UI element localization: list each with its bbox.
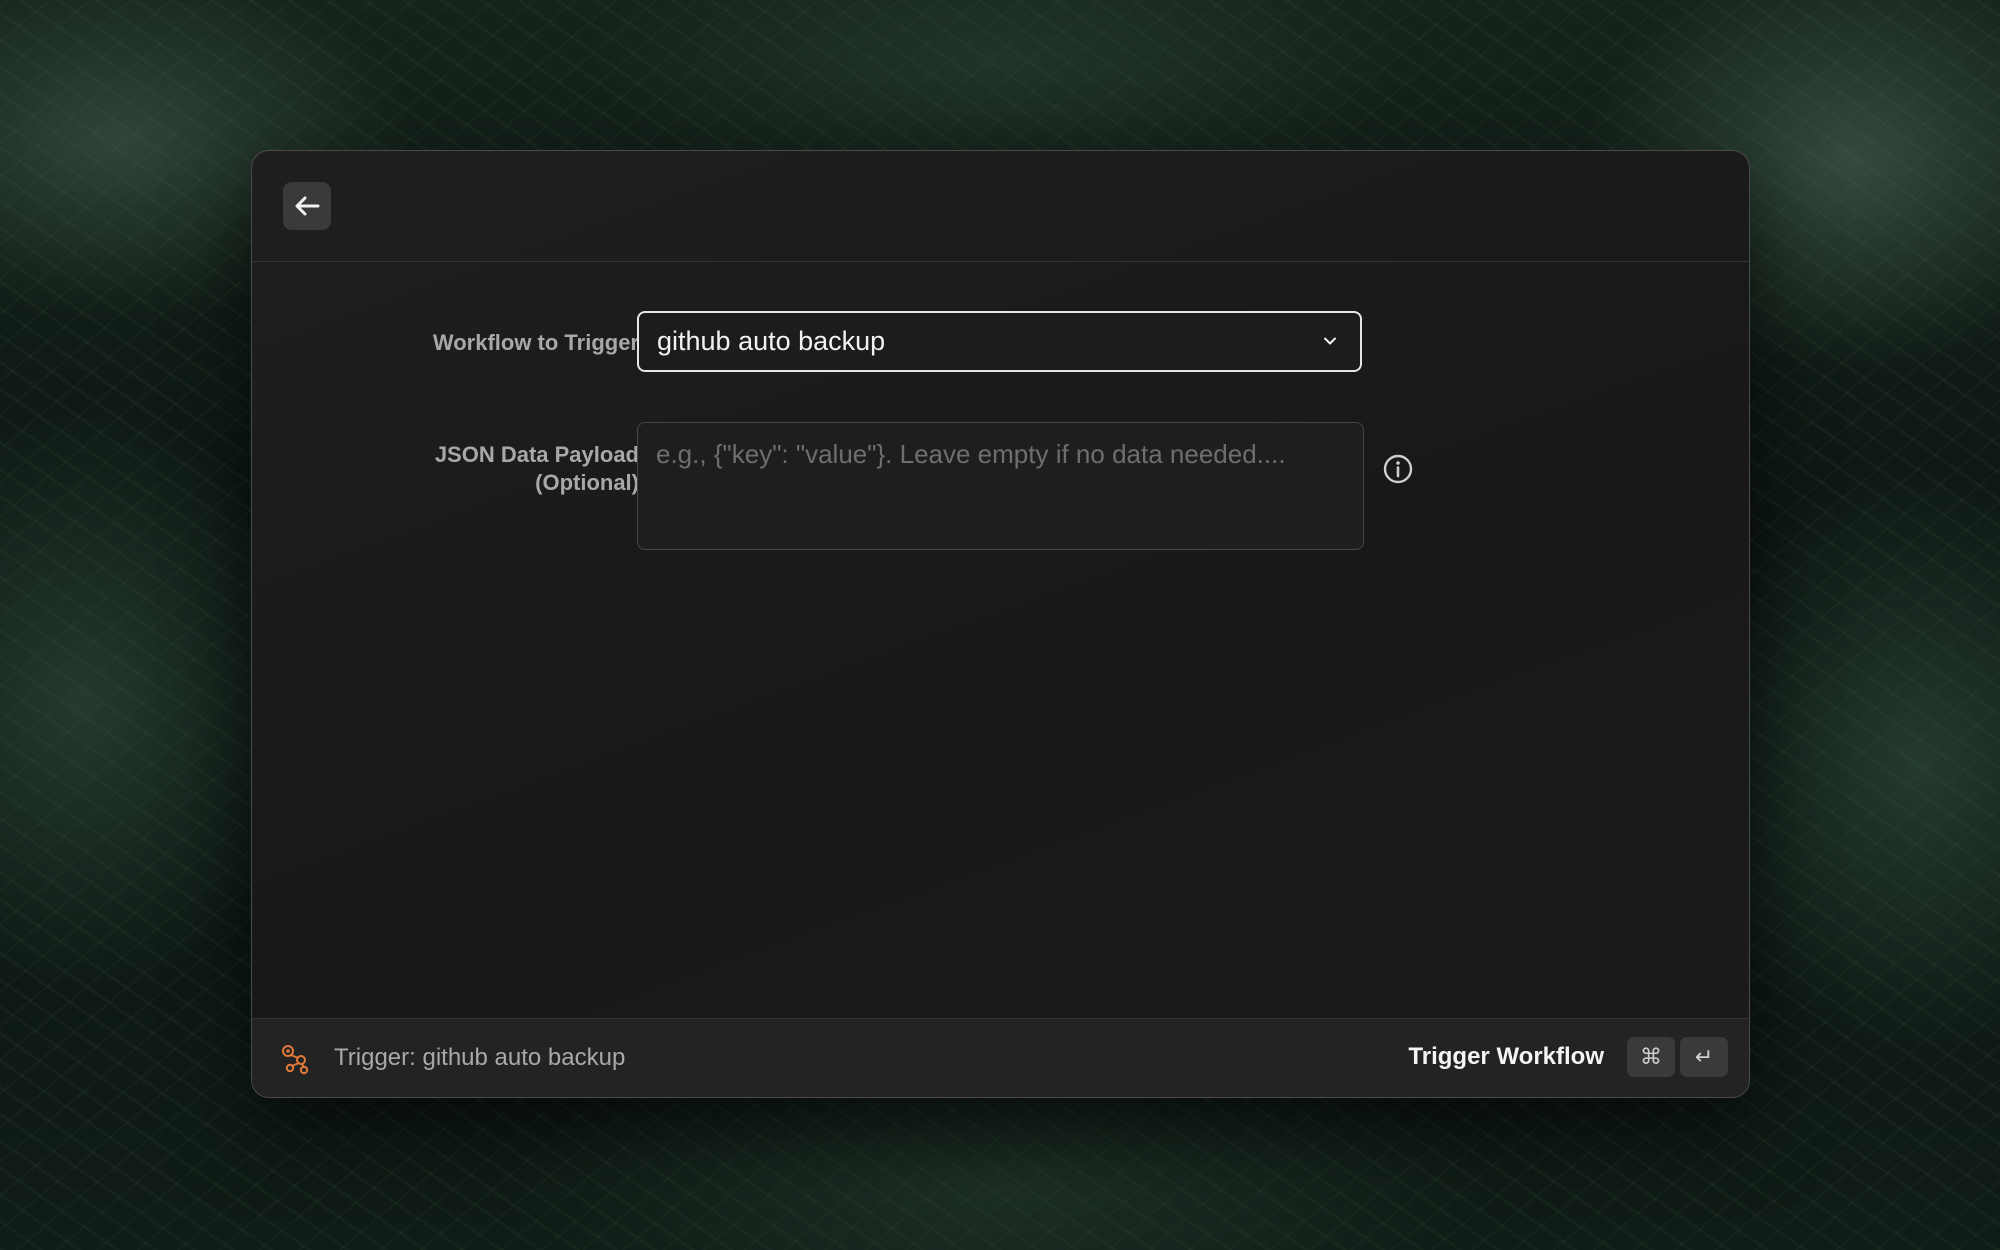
window-header — [252, 151, 1749, 262]
payload-label-line2: (Optional) — [535, 470, 639, 495]
trigger-workflow-button[interactable]: Trigger Workflow — [1408, 1043, 1604, 1071]
payload-label-line1: JSON Data Payload — [434, 442, 639, 467]
workflow-select[interactable]: github auto backup — [637, 311, 1362, 372]
back-button[interactable] — [283, 182, 331, 230]
workflow-select-value: github auto backup — [657, 326, 886, 356]
trigger-workflow-window: Workflow to Trigger github auto backup J… — [251, 150, 1750, 1098]
command-key-badge: ⌘ — [1627, 1037, 1675, 1077]
json-payload-placeholder: e.g., {"key": "value"}. Leave empty if n… — [656, 439, 1286, 469]
enter-key-badge: ↵ — [1680, 1037, 1728, 1077]
arrow-left-icon — [295, 196, 320, 216]
chevron-down-icon — [1324, 337, 1336, 345]
footer-status-text: Trigger: github auto backup — [334, 1044, 626, 1071]
workflow-icon — [282, 1045, 309, 1075]
json-payload-input[interactable]: e.g., {"key": "value"}. Leave empty if n… — [637, 422, 1364, 550]
info-icon[interactable] — [1382, 453, 1414, 485]
payload-label: JSON Data Payload (Optional) — [435, 441, 639, 497]
action-footer: Trigger: github auto backup Trigger Work… — [252, 1018, 1749, 1097]
workflow-label: Workflow to Trigger — [432, 330, 639, 355]
